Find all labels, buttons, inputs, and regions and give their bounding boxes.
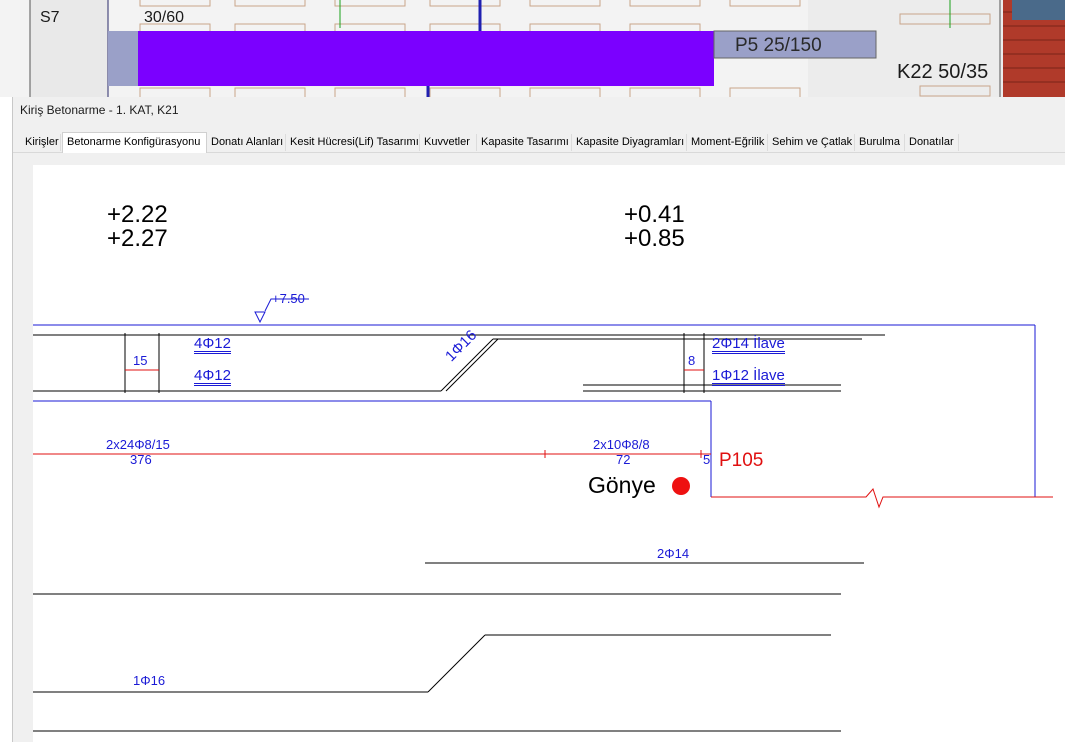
- plan-label-column-size: 30/60: [144, 9, 185, 26]
- plan-label-s7: S7: [40, 9, 60, 26]
- tab-kapasite-tasarimi[interactable]: Kapasite Tasarımı: [477, 134, 572, 151]
- tab-bar: Kirişler Betonarme Konfigürasyonu Donatı…: [13, 132, 1065, 153]
- right-top-value: +0.41: [624, 201, 685, 228]
- dim-15-label: 15: [133, 353, 148, 368]
- reinforcement-drawing: [33, 298, 1053, 732]
- tab-donatilar[interactable]: Donatılar: [905, 134, 959, 151]
- window-title: Kiriş Betonarme - 1. KAT, K21: [20, 103, 179, 117]
- bar-detail-1phi16-label: 1Φ16: [133, 673, 166, 688]
- bar-detail-2phi14-label: 2Φ14: [657, 546, 690, 561]
- left-bottom-value: +2.27: [107, 225, 168, 252]
- tab-sehim-ve-catlak[interactable]: Sehim ve Çatlak: [768, 134, 855, 151]
- dim-8-label: 8: [688, 353, 696, 368]
- right-bottom-value: +0.85: [624, 225, 685, 252]
- bar-detail-1phi16-bend: [427, 634, 486, 693]
- tab-burulma[interactable]: Burulma: [855, 134, 905, 151]
- tab-donati-alanlari[interactable]: Donatı Alanları: [207, 134, 286, 151]
- tab-betonarme-konfigurasyonu[interactable]: Betonarme Konfigürasyonu: [62, 132, 207, 153]
- left-top-value: +2.22: [107, 201, 168, 228]
- stirrup-left-label: 2x24Φ8/15: [106, 437, 170, 452]
- extra-bar-label-2: 1Φ12 İlave: [712, 367, 785, 386]
- tab-kapasite-diyagramlari[interactable]: Kapasite Diyagramları: [572, 134, 687, 151]
- support-label: P105: [719, 450, 764, 471]
- stirrup-left-length: 376: [130, 452, 152, 467]
- slab-break-line: [711, 488, 1053, 509]
- tab-kuvvetler[interactable]: Kuvvetler: [420, 134, 477, 151]
- beam-reinforcement-window: Kiriş Betonarme - 1. KAT, K21 Kirişler B…: [12, 97, 1065, 742]
- top-bars-label-2: 4Φ12: [194, 367, 231, 386]
- reinforcement-drawing-canvas[interactable]: +2.22 +2.27 +0.41 +0.85 +7.50 15 8 4Φ12 …: [33, 165, 1065, 742]
- plan-label-p5: P5 25/150: [735, 35, 822, 56]
- tab-moment-egrilik[interactable]: Moment-Eğrilik: [687, 134, 768, 151]
- top-bars-label-1: 4Φ12: [194, 335, 231, 354]
- gonye-label: Gönye: [588, 472, 656, 498]
- floor-plan-background: S7 30/60 P5 25/150 K22 50/35: [0, 0, 1065, 97]
- extra-bar-label-1: 2Φ14 İlave: [712, 335, 785, 354]
- tab-kesit-hucresi[interactable]: Kesit Hücresi(Lif) Tasarımı: [286, 134, 420, 151]
- gonye-marker-dot: [672, 477, 690, 495]
- elevation-triangle: [254, 311, 266, 324]
- tab-kirisler[interactable]: Kirişler: [21, 134, 61, 151]
- end-dim-label: 5: [703, 452, 711, 467]
- stirrup-right-label: 2x10Φ8/8: [593, 437, 650, 452]
- plan-label-k22: K22 50/35: [897, 61, 989, 83]
- stirrup-right-length: 72: [616, 452, 631, 467]
- elevation-label: +7.50: [272, 291, 305, 306]
